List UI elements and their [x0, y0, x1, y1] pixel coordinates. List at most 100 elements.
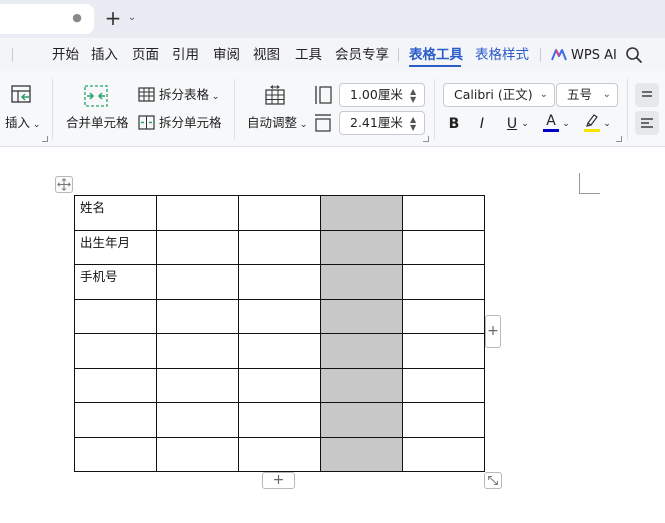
table-resize-handle[interactable]	[484, 472, 502, 489]
auto-adjust-button[interactable]: 自动调整 ⌄	[247, 115, 307, 133]
table-move-handle[interactable]	[55, 176, 73, 193]
font-size-select[interactable]: 五号 ⌄	[556, 83, 618, 107]
tab-table-style[interactable]: 表格样式	[475, 46, 529, 64]
chevron-down-icon[interactable]: ⌄	[602, 115, 612, 133]
table-cell[interactable]: 手机号	[74, 264, 157, 300]
group-expand-icon[interactable]	[423, 136, 429, 142]
highlighter-icon[interactable]	[584, 112, 600, 128]
table-cell[interactable]	[74, 298, 157, 334]
chevron-down-icon: ⌄	[209, 92, 220, 102]
new-tab-icon[interactable]: +	[104, 8, 122, 28]
table-cell[interactable]	[74, 367, 157, 403]
table-cell[interactable]	[156, 333, 239, 369]
font-color-button[interactable]: A	[543, 112, 559, 130]
tab-table-tools[interactable]: 表格工具	[409, 46, 463, 64]
table-cell[interactable]: 出生年月	[74, 229, 157, 265]
table-cell[interactable]	[320, 402, 403, 438]
table-row	[74, 367, 485, 403]
menu-bar: 开始 插入 页面 引用 审阅 视图 工具 会员专享 表格工具 表格样式 WPS …	[0, 38, 665, 71]
column-width-value: 2.41厘米	[350, 115, 403, 130]
menu-home[interactable]: 开始	[52, 46, 79, 64]
table-cell[interactable]	[74, 436, 157, 472]
menu-insert[interactable]: 插入	[91, 46, 118, 64]
table-cell[interactable]	[320, 367, 403, 403]
table-cell[interactable]	[320, 195, 403, 231]
table-insert-icon[interactable]	[11, 85, 33, 105]
table-cell[interactable]	[402, 298, 485, 334]
underline-button[interactable]: U	[504, 115, 520, 133]
table-cell[interactable]	[156, 195, 239, 231]
table-cell[interactable]	[402, 402, 485, 438]
column-width-field[interactable]: 2.41厘米 ▲ ▼	[339, 111, 425, 135]
search-icon[interactable]	[625, 46, 643, 64]
spin-down-icon[interactable]: ▼	[410, 124, 420, 132]
table-cell[interactable]	[156, 229, 239, 265]
table-cell[interactable]	[238, 402, 321, 438]
table-cell[interactable]	[402, 333, 485, 369]
column-width-icon	[315, 114, 331, 132]
chevron-down-icon: ⌄	[30, 120, 41, 130]
menu-references[interactable]: 引用	[172, 46, 199, 64]
auto-adjust-icon[interactable]	[264, 85, 286, 107]
add-row-button[interactable]: +	[262, 472, 295, 489]
table-cell[interactable]	[74, 333, 157, 369]
menu-page[interactable]: 页面	[132, 46, 159, 64]
table-row: 出生年月	[74, 229, 485, 265]
split-cells-button[interactable]: 拆分单元格	[159, 115, 222, 131]
menu-review[interactable]: 审阅	[213, 46, 240, 64]
table-cell[interactable]	[320, 436, 403, 472]
table-cell[interactable]	[402, 264, 485, 300]
table-cell[interactable]	[156, 436, 239, 472]
title-bar: ● + ⌄	[0, 0, 665, 38]
font-name-select[interactable]: Calibri (正文) ⌄	[443, 83, 555, 107]
chevron-down-icon[interactable]: ⌄	[520, 115, 530, 133]
table-cell[interactable]	[156, 298, 239, 334]
group-expand-icon[interactable]	[616, 136, 622, 142]
merge-cells-icon[interactable]	[84, 85, 108, 107]
wps-ai-icon	[551, 49, 567, 61]
add-column-button[interactable]: +	[485, 315, 501, 348]
menu-view[interactable]: 视图	[253, 46, 280, 64]
table-cell[interactable]: 姓名	[74, 195, 157, 231]
spin-down-icon[interactable]: ▼	[410, 96, 420, 104]
table-cell[interactable]	[238, 195, 321, 231]
menu-divider	[540, 48, 541, 62]
merge-cells-button[interactable]: 合并单元格	[66, 115, 129, 131]
table-cell[interactable]	[238, 264, 321, 300]
table-cell[interactable]	[74, 402, 157, 438]
split-table-button[interactable]: 拆分表格 ⌄	[159, 87, 219, 105]
ribbon-divider	[627, 79, 628, 139]
tab-close-icon[interactable]: ●	[70, 11, 84, 25]
wps-ai-label: WPS AI	[571, 47, 617, 63]
table-cell[interactable]	[156, 402, 239, 438]
menu-tools[interactable]: 工具	[295, 46, 322, 64]
table-cell[interactable]	[238, 367, 321, 403]
document-table[interactable]: 姓名 出生年月 手机号	[74, 195, 485, 472]
document-tab[interactable]: ●	[0, 4, 94, 34]
insert-button[interactable]: 插入 ⌄	[5, 115, 40, 133]
paragraph-spacing-button[interactable]	[635, 83, 659, 107]
table-cell[interactable]	[238, 333, 321, 369]
tab-list-chevron-icon[interactable]: ⌄	[126, 11, 138, 25]
table-cell[interactable]	[320, 298, 403, 334]
group-expand-icon[interactable]	[42, 136, 48, 142]
italic-button[interactable]: I	[474, 115, 490, 133]
menu-member[interactable]: 会员专享	[335, 46, 389, 64]
row-height-field[interactable]: 1.00厘米 ▲ ▼	[339, 83, 425, 107]
table-cell[interactable]	[238, 436, 321, 472]
table-cell[interactable]	[402, 367, 485, 403]
table-cell[interactable]	[156, 367, 239, 403]
wps-ai-button[interactable]: WPS AI	[551, 46, 617, 64]
table-cell[interactable]	[402, 229, 485, 265]
bold-button[interactable]: B	[446, 115, 462, 133]
table-cell[interactable]	[402, 436, 485, 472]
table-cell[interactable]	[402, 195, 485, 231]
table-cell[interactable]	[320, 264, 403, 300]
chevron-down-icon[interactable]: ⌄	[561, 115, 571, 133]
table-cell[interactable]	[238, 298, 321, 334]
table-cell[interactable]	[238, 229, 321, 265]
table-cell[interactable]	[156, 264, 239, 300]
table-cell[interactable]	[320, 333, 403, 369]
table-cell[interactable]	[320, 229, 403, 265]
text-align-button[interactable]	[635, 111, 659, 135]
